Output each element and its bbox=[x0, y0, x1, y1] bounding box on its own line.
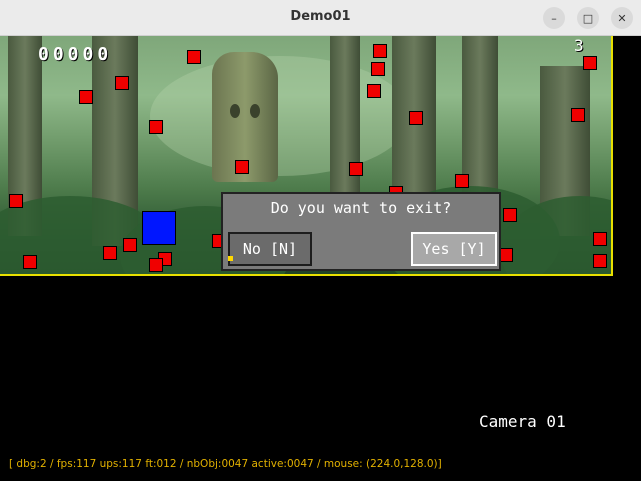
enemy-block bbox=[149, 258, 163, 272]
enemy-block bbox=[367, 84, 381, 98]
enemy-block bbox=[149, 120, 163, 134]
enemy-block bbox=[9, 194, 23, 208]
enemy-block bbox=[115, 76, 129, 90]
score-counter: 00000 bbox=[38, 44, 113, 65]
enemy-block bbox=[593, 232, 607, 246]
enemy-block bbox=[371, 62, 385, 76]
debug-info: [ dbg:2 / fps:117 ups:117 ft:012 / nbObj… bbox=[9, 458, 442, 470]
enemy-block bbox=[79, 90, 93, 104]
yes-button[interactable]: Yes [Y] bbox=[411, 232, 497, 266]
mouse-cursor-marker bbox=[228, 256, 233, 261]
enemy-block bbox=[593, 254, 607, 268]
close-icon: ✕ bbox=[617, 11, 627, 25]
enemy-block bbox=[455, 174, 469, 188]
enemy-block bbox=[409, 111, 423, 125]
enemy-block bbox=[187, 50, 201, 64]
close-button[interactable]: ✕ bbox=[611, 7, 633, 29]
lives-counter: 3 bbox=[574, 36, 584, 55]
enemy-block bbox=[583, 56, 597, 70]
player-block bbox=[142, 211, 176, 245]
enemy-block bbox=[235, 160, 249, 174]
statue-eye bbox=[250, 104, 260, 118]
statue-eye bbox=[230, 104, 240, 118]
enemy-block bbox=[373, 44, 387, 58]
camera-label: Camera 01 bbox=[479, 412, 566, 431]
enemy-block bbox=[123, 238, 137, 252]
no-button[interactable]: No [N] bbox=[228, 232, 312, 266]
minimize-icon: – bbox=[551, 11, 557, 25]
enemy-block bbox=[103, 246, 117, 260]
maximize-button[interactable]: □ bbox=[577, 7, 599, 29]
game-viewport[interactable]: 00000 3 Do you want to exit? No [N] Yes … bbox=[0, 36, 641, 480]
enemy-block bbox=[23, 255, 37, 269]
enemy-block bbox=[503, 208, 517, 222]
enemy-block bbox=[499, 248, 513, 262]
enemy-block bbox=[571, 108, 585, 122]
enemy-block bbox=[349, 162, 363, 176]
minimize-button[interactable]: – bbox=[543, 7, 565, 29]
maximize-icon: □ bbox=[582, 11, 594, 25]
window-titlebar: Demo01 – □ ✕ bbox=[0, 0, 641, 36]
dialog-message: Do you want to exit? bbox=[270, 199, 452, 217]
exit-dialog: Do you want to exit? No [N] Yes [Y] bbox=[221, 192, 501, 271]
background-tree bbox=[330, 36, 360, 206]
